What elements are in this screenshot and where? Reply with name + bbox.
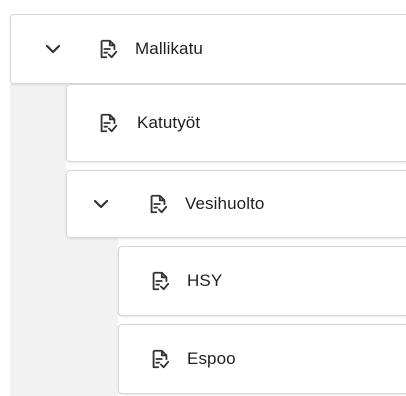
chevron-down-icon[interactable] [43, 39, 63, 59]
tree-node-label: Vesihuolto [185, 194, 265, 213]
tree-node-label: Mallikatu [135, 39, 203, 58]
document-check-icon [150, 194, 168, 214]
document-check-icon [100, 113, 118, 133]
tree-node-katutyot[interactable]: Katutyöt [66, 84, 406, 162]
tree-indent-gutter-level-1 [10, 84, 66, 396]
tree-node-espoo[interactable]: Espoo [118, 324, 406, 394]
tree-node-vesihuolto[interactable]: Vesihuolto [66, 170, 406, 238]
tree-node-hsy[interactable]: HSY [118, 246, 406, 316]
tree-node-mallikatu[interactable]: Mallikatu [10, 14, 406, 84]
chevron-down-icon[interactable] [91, 194, 111, 214]
document-check-icon [152, 349, 170, 369]
document-check-icon [152, 271, 170, 291]
tree-indent-gutter-level-2 [66, 238, 118, 396]
tree-node-label: Katutyöt [137, 113, 201, 132]
document-check-icon [100, 39, 118, 59]
tree-node-label: Espoo [187, 349, 236, 368]
tree-node-label: HSY [187, 271, 223, 290]
